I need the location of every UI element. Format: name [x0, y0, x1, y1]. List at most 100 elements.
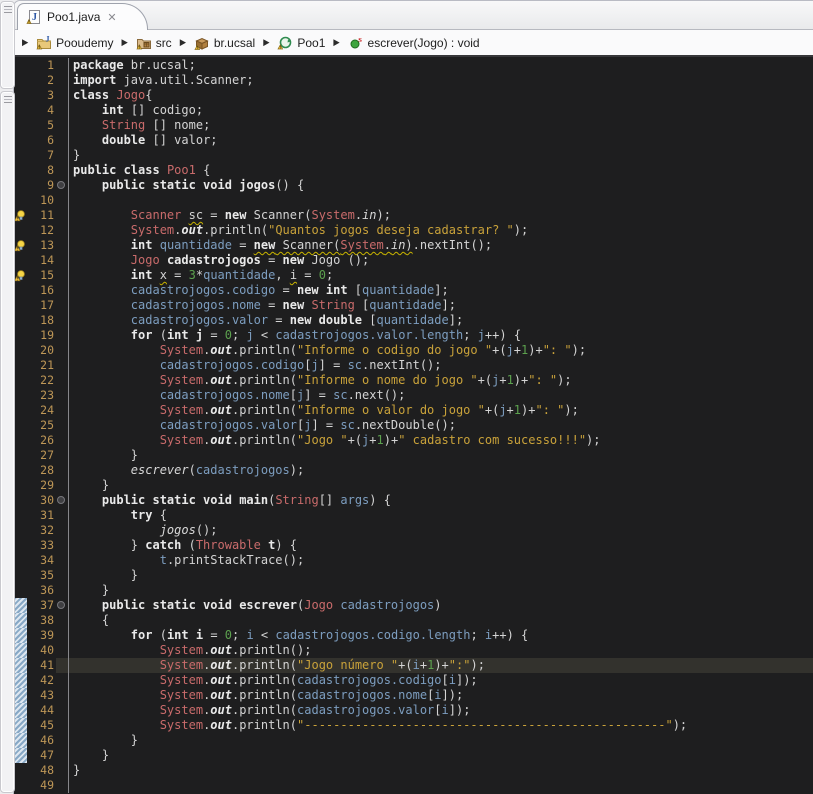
code-line[interactable]: cadastrojogos.valor = new double [quanti… — [69, 313, 813, 328]
annotation-ruler-cell[interactable] — [14, 58, 27, 73]
code-line[interactable]: System.out.println("Jogo número "+(i+1)+… — [69, 658, 813, 673]
line-number[interactable]: 26 — [27, 433, 56, 448]
code-line[interactable]: import java.util.Scanner; — [69, 73, 813, 88]
code-line[interactable]: int x = 3*quantidade, i = 0; — [69, 268, 813, 283]
annotation-ruler-cell[interactable] — [14, 448, 27, 463]
annotation-ruler-cell[interactable] — [14, 733, 27, 748]
line-number[interactable]: 36 — [27, 583, 56, 598]
line-number[interactable]: 27 — [27, 448, 56, 463]
code-line[interactable]: class Jogo{ — [69, 88, 813, 103]
tab-poo1-java[interactable]: J ! Poo1.java ✕ — [17, 3, 148, 30]
line-number[interactable]: 33 — [27, 538, 56, 553]
annotation-ruler-cell[interactable] — [14, 178, 27, 193]
annotation-ruler-cell[interactable] — [14, 103, 27, 118]
line-number[interactable]: 45 — [27, 718, 56, 733]
quickfix-warning-icon[interactable]: ! — [14, 208, 27, 223]
annotation-ruler-cell[interactable] — [14, 568, 27, 583]
code-line[interactable]: } catch (Throwable t) { — [69, 538, 813, 553]
quickfix-warning-icon[interactable]: ! — [14, 268, 27, 283]
line-number[interactable]: 38 — [27, 613, 56, 628]
breadcrumb-chevron-icon[interactable]: ▶ — [20, 38, 30, 48]
code-line[interactable]: int quantidade = new Scanner(System.in).… — [69, 238, 813, 253]
line-number[interactable]: 23 — [27, 388, 56, 403]
code-editor[interactable]: 1package br.ucsal;2import java.util.Scan… — [14, 57, 813, 794]
code-line[interactable] — [69, 778, 813, 793]
annotation-ruler-cell[interactable] — [14, 583, 27, 598]
code-line[interactable]: for (int j = 0; j < cadastrojogos.valor.… — [69, 328, 813, 343]
code-line[interactable]: jogos(); — [69, 523, 813, 538]
line-number[interactable]: 18 — [27, 313, 56, 328]
code-line[interactable]: Scanner sc = new Scanner(System.in); — [69, 208, 813, 223]
code-line[interactable]: } — [69, 448, 813, 463]
code-line[interactable]: t.printStackTrace(); — [69, 553, 813, 568]
breadcrumb-item-class[interactable]: ! Poo1 — [275, 34, 327, 52]
annotation-ruler-cell[interactable] — [14, 673, 27, 688]
code-line[interactable]: } — [69, 583, 813, 598]
code-line[interactable]: for (int i = 0; i < cadastrojogos.codigo… — [69, 628, 813, 643]
annotation-ruler-cell[interactable] — [14, 508, 27, 523]
code-line[interactable]: package br.ucsal; — [69, 58, 813, 73]
line-number[interactable]: 8 — [27, 163, 56, 178]
annotation-ruler-cell[interactable] — [14, 643, 27, 658]
annotation-ruler-cell[interactable] — [14, 193, 27, 208]
line-number[interactable]: 17 — [27, 298, 56, 313]
annotation-ruler-cell[interactable] — [14, 688, 27, 703]
minimized-view-icon[interactable] — [4, 5, 12, 13]
line-number[interactable]: 32 — [27, 523, 56, 538]
fold-marker-icon[interactable] — [57, 181, 65, 189]
annotation-ruler-cell[interactable] — [14, 313, 27, 328]
line-number[interactable]: 34 — [27, 553, 56, 568]
line-number[interactable]: 19 — [27, 328, 56, 343]
annotation-ruler-cell[interactable] — [14, 553, 27, 568]
code-line[interactable]: System.out.println("Informe o codigo do … — [69, 343, 813, 358]
code-line[interactable]: System.out.println("Jogo "+(j+1)+" cadas… — [69, 433, 813, 448]
annotation-ruler-cell[interactable] — [14, 283, 27, 298]
breadcrumb-item-src[interactable]: ! src — [134, 34, 174, 52]
code-line[interactable]: } — [69, 763, 813, 778]
line-number[interactable]: 10 — [27, 193, 56, 208]
code-line[interactable]: public static void escrever(Jogo cadastr… — [69, 598, 813, 613]
code-line[interactable]: System.out.println(); — [69, 643, 813, 658]
code-line[interactable]: cadastrojogos.nome[j] = sc.next(); — [69, 388, 813, 403]
code-line[interactable]: escrever(cadastrojogos); — [69, 463, 813, 478]
breadcrumb-item-method[interactable]: S escrever(Jogo) : void — [346, 34, 482, 52]
annotation-ruler-cell[interactable] — [14, 478, 27, 493]
line-number[interactable]: 13 — [27, 238, 56, 253]
code-line[interactable]: System.out.println("Quantos jogos deseja… — [69, 223, 813, 238]
code-line[interactable]: cadastrojogos.nome = new String [quantid… — [69, 298, 813, 313]
code-line[interactable]: String [] nome; — [69, 118, 813, 133]
annotation-ruler-cell[interactable] — [14, 703, 27, 718]
annotation-ruler-cell[interactable] — [14, 373, 27, 388]
code-line[interactable]: } — [69, 568, 813, 583]
code-line[interactable]: { — [69, 613, 813, 628]
line-number[interactable]: 41 — [27, 658, 56, 673]
fold-marker-icon[interactable] — [57, 496, 65, 504]
code-line[interactable]: System.out.println("Informe o valor do j… — [69, 403, 813, 418]
annotation-ruler-cell[interactable] — [14, 538, 27, 553]
line-number[interactable]: 6 — [27, 133, 56, 148]
annotation-ruler-cell[interactable] — [14, 523, 27, 538]
line-number[interactable]: 44 — [27, 703, 56, 718]
line-number[interactable]: 1 — [27, 58, 56, 73]
line-number[interactable]: 5 — [27, 118, 56, 133]
code-line[interactable]: cadastrojogos.valor[j] = sc.nextDouble()… — [69, 418, 813, 433]
annotation-ruler-cell[interactable] — [14, 613, 27, 628]
line-number[interactable]: 25 — [27, 418, 56, 433]
line-number[interactable]: 7 — [27, 148, 56, 163]
annotation-ruler-cell[interactable] — [14, 133, 27, 148]
line-number[interactable]: 4 — [27, 103, 56, 118]
line-number[interactable]: 39 — [27, 628, 56, 643]
line-number[interactable]: 43 — [27, 688, 56, 703]
line-number[interactable]: 24 — [27, 403, 56, 418]
minimized-view-icon[interactable] — [4, 95, 12, 103]
annotation-ruler-cell[interactable] — [14, 493, 27, 508]
line-number[interactable]: 16 — [27, 283, 56, 298]
code-line[interactable]: public static void jogos() { — [69, 178, 813, 193]
line-number[interactable]: 21 — [27, 358, 56, 373]
code-line[interactable]: System.out.println(cadastrojogos.valor[i… — [69, 703, 813, 718]
annotation-ruler-cell[interactable] — [14, 88, 27, 103]
annotation-ruler-cell[interactable] — [14, 463, 27, 478]
annotation-ruler-cell[interactable] — [14, 343, 27, 358]
annotation-ruler-cell[interactable] — [14, 223, 27, 238]
line-number[interactable]: 15 — [27, 268, 56, 283]
